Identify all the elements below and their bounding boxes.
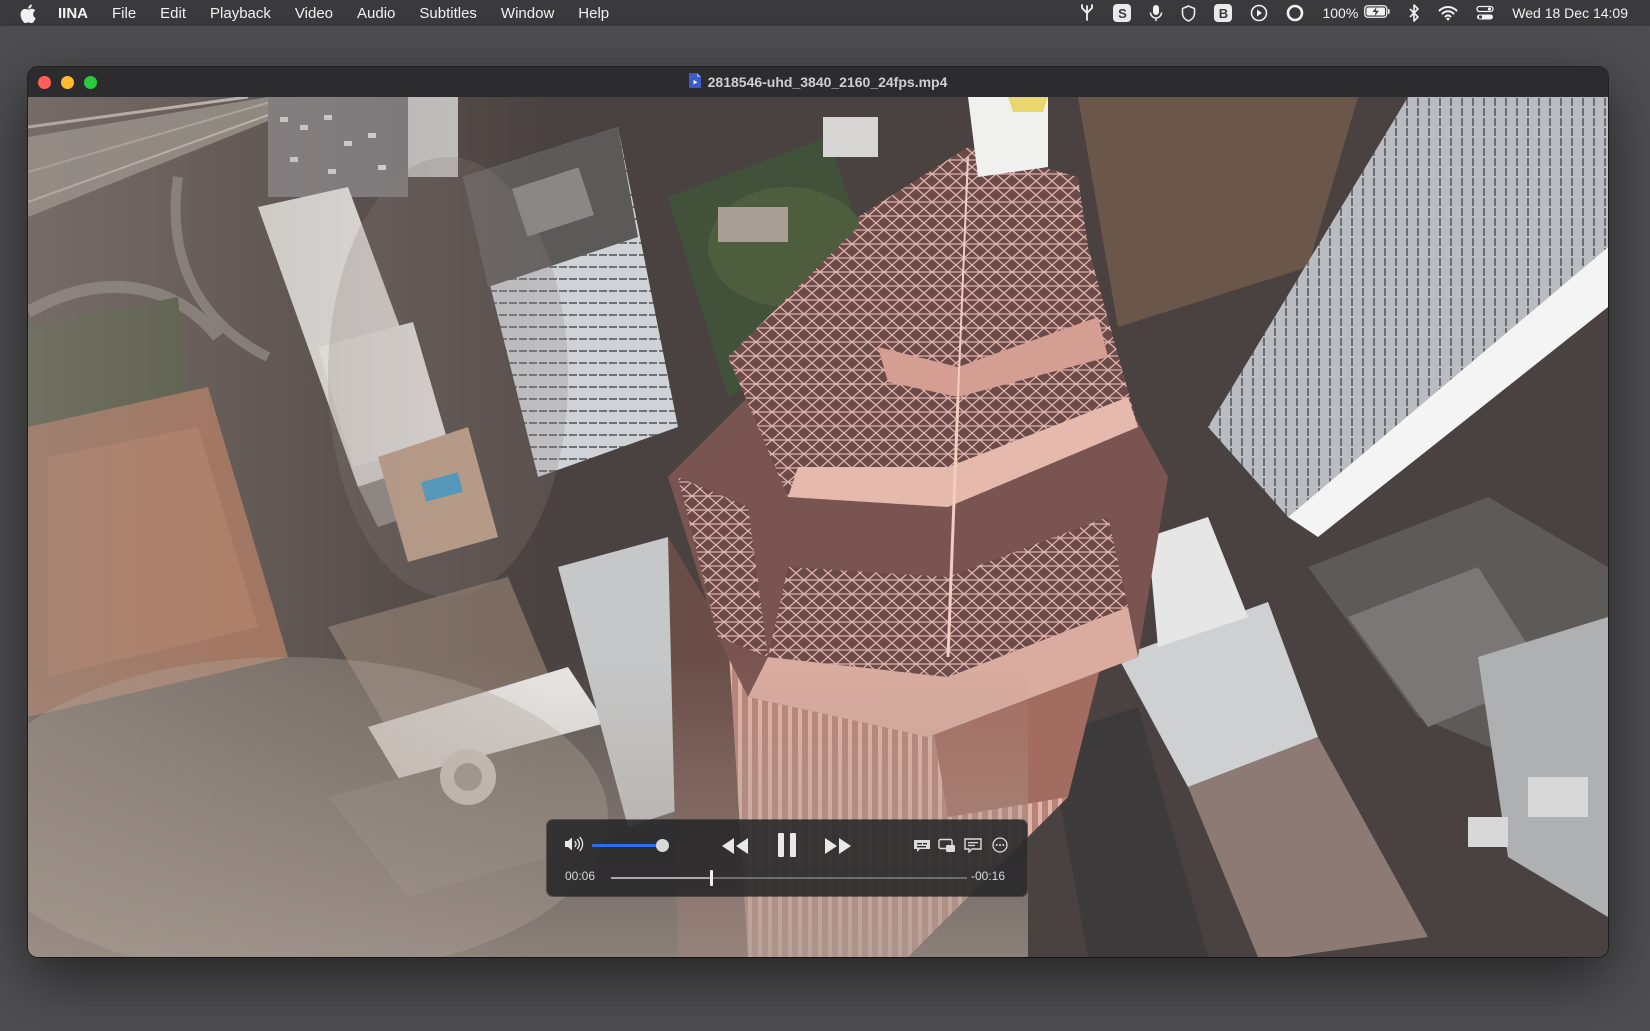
- playlist-button[interactable]: [963, 836, 983, 854]
- play-circle-icon[interactable]: [1250, 3, 1268, 23]
- subtitles-icon: [914, 839, 930, 852]
- minimize-window-button[interactable]: [61, 76, 74, 89]
- wifi-icon[interactable]: [1438, 3, 1458, 23]
- battery-charging-icon: [1364, 4, 1390, 22]
- rewind-button[interactable]: [720, 834, 750, 858]
- menu-window[interactable]: Window: [501, 5, 554, 22]
- subtitles-button[interactable]: [912, 836, 932, 854]
- seek-bar-knob[interactable]: [709, 870, 713, 886]
- menu-audio[interactable]: Audio: [357, 5, 395, 22]
- video-file-icon: [688, 73, 701, 91]
- remaining-time: -00:16: [971, 869, 1006, 883]
- fork-tool-icon[interactable]: [1079, 3, 1095, 23]
- shield-icon[interactable]: [1181, 3, 1196, 23]
- menu-app-name[interactable]: IINA: [58, 5, 88, 22]
- battery-percent: 100%: [1322, 5, 1359, 21]
- window-controls: [38, 76, 97, 89]
- volume-slider-fill: [592, 844, 662, 847]
- player-window: 2818546-uhd_3840_2160_24fps.mp4 00:06 -0…: [28, 67, 1608, 957]
- battery-status[interactable]: 100%: [1322, 4, 1390, 22]
- close-window-button[interactable]: [38, 76, 51, 89]
- menu-clock[interactable]: Wed 18 Dec 14:09: [1512, 5, 1628, 21]
- rewind-icon: [722, 838, 748, 854]
- window-title: 2818546-uhd_3840_2160_24fps.mp4: [688, 73, 948, 91]
- playback-controller: 00:06 -00:16: [547, 820, 1027, 896]
- fast-forward-button[interactable]: [823, 834, 853, 858]
- menu-playback[interactable]: Playback: [210, 5, 271, 22]
- fast-forward-icon: [825, 838, 851, 854]
- volume-slider-knob[interactable]: [656, 839, 669, 852]
- menu-video[interactable]: Video: [295, 5, 333, 22]
- volume-icon[interactable]: [564, 836, 584, 857]
- ring-icon[interactable]: [1286, 3, 1304, 23]
- menu-edit[interactable]: Edit: [160, 5, 186, 22]
- elapsed-time: 00:06: [565, 869, 596, 883]
- apple-menu-icon[interactable]: [20, 3, 38, 23]
- picture-in-picture-button[interactable]: [937, 836, 957, 854]
- skype-status-icon[interactable]: S: [1113, 3, 1132, 23]
- video-frame[interactable]: 00:06 -00:16: [28, 97, 1608, 957]
- pause-icon: [778, 833, 796, 857]
- seek-bar[interactable]: [611, 870, 967, 886]
- b-app-status-icon[interactable]: B: [1214, 3, 1233, 23]
- menu-help[interactable]: Help: [578, 5, 609, 22]
- more-icon: [992, 837, 1008, 853]
- seek-bar-fill: [611, 877, 711, 879]
- microphone-icon[interactable]: [1149, 3, 1163, 23]
- window-titlebar[interactable]: 2818546-uhd_3840_2160_24fps.mp4: [28, 67, 1608, 98]
- menu-subtitles[interactable]: Subtitles: [419, 5, 477, 22]
- pause-button[interactable]: [773, 830, 801, 860]
- volume-slider[interactable]: [592, 839, 669, 852]
- menu-bar: IINA File Edit Playback Video Audio Subt…: [0, 0, 1650, 26]
- more-options-button[interactable]: [990, 836, 1010, 854]
- zoom-window-button[interactable]: [84, 76, 97, 89]
- pip-icon: [938, 838, 955, 852]
- menu-file[interactable]: File: [112, 5, 136, 22]
- playlist-icon: [964, 837, 982, 853]
- window-title-text: 2818546-uhd_3840_2160_24fps.mp4: [707, 74, 948, 90]
- bluetooth-icon[interactable]: [1408, 3, 1420, 23]
- control-center-icon[interactable]: [1476, 3, 1494, 23]
